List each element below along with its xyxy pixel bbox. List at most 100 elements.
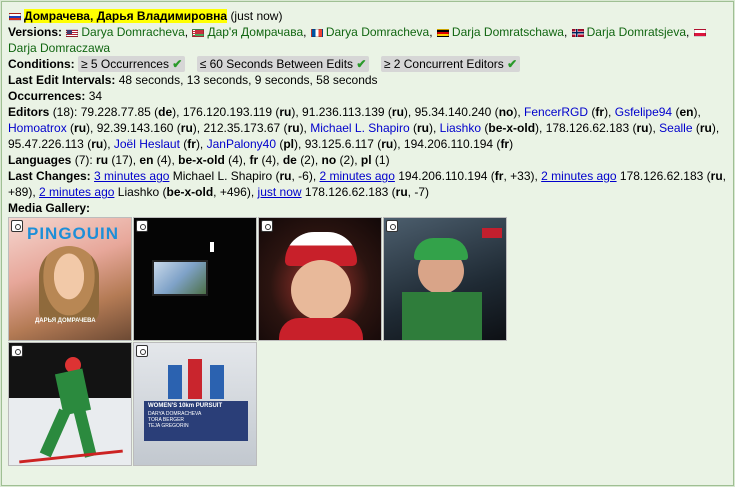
version-link-no[interactable]: Darja Domratsjeva: [587, 25, 686, 39]
version-item[interactable]: Darya Domracheva,: [310, 25, 433, 39]
version-item[interactable]: Darya Domracheva,: [65, 25, 188, 39]
change-editor: Liashko: [117, 185, 160, 199]
language-code: pl: [360, 153, 372, 167]
versions-label: Versions:: [8, 25, 63, 39]
broadcast-image: [384, 218, 506, 340]
magazine-cover-name: ДАРЬЯ ДОМРАЧЕВА: [35, 318, 96, 324]
change-time-link[interactable]: 3 minutes ago: [94, 169, 169, 183]
conditions-label: Conditions:: [8, 57, 75, 71]
editor-ip: 91.236.113.139: [302, 105, 385, 119]
editor-ip: 194.206.110.194: [403, 137, 494, 151]
change-time-link[interactable]: 2 minutes ago: [39, 185, 114, 199]
germany-flag-icon: [436, 28, 449, 37]
check-icon: ✔: [356, 57, 367, 71]
editor-lang: ru: [180, 121, 193, 135]
editor-link[interactable]: Homoatrox: [8, 121, 67, 135]
editor-link[interactable]: Liashko: [440, 121, 481, 135]
editor-lang: ru: [416, 121, 429, 135]
version-item[interactable]: Дар'я Домрачава,: [191, 25, 307, 39]
editor-lang: ru: [699, 121, 712, 135]
france-flag-icon: [310, 28, 323, 37]
gallery-thumb[interactable]: PINGOUIN ДАРЬЯ ДОМРАЧЕВА: [8, 217, 132, 341]
intervals-row: Last Edit Intervals: 48 seconds, 13 seco…: [8, 72, 727, 88]
editors-count: (18):: [52, 105, 78, 119]
check-icon: ✔: [507, 57, 518, 71]
version-link-be[interactable]: Дар'я Домрачава: [207, 25, 303, 39]
us-flag-icon: [66, 28, 79, 37]
change-editor: Michael L. Shapiro: [172, 169, 273, 183]
language-count: (17): [111, 153, 133, 167]
gallery-thumb[interactable]: WOMEN'S 10km PURSUIT DARYA DOMRACHEVA TO…: [133, 342, 257, 466]
change-time-link[interactable]: 2 minutes ago: [320, 169, 395, 183]
languages-list: ru (17), en (4), be-x-old (4), fr (4), d…: [96, 153, 390, 167]
gallery-label: Media Gallery:: [8, 201, 91, 215]
last-changes-row: Last Changes: 3 minutes ago Michael L. S…: [8, 168, 727, 200]
occurrences-label: Occurrences:: [8, 89, 86, 103]
version-item[interactable]: Darja Domratschawa,: [436, 25, 567, 39]
version-link-de[interactable]: Darja Domratschawa: [452, 25, 564, 39]
language-code: no: [321, 153, 337, 167]
magazine-cover-image: PINGOUIN ДАРЬЯ ДОМРАЧЕВА: [9, 218, 131, 340]
changes-list: 3 minutes ago Michael L. Shapiro (ru, -6…: [8, 169, 727, 199]
editor-link[interactable]: Joël Heslaut: [114, 137, 180, 151]
editor-ip: 176.120.193.119: [182, 105, 273, 119]
magazine-title: PINGOUIN: [27, 224, 120, 243]
editor-ip: 93.125.6.117: [304, 137, 374, 151]
ticker-row: TEJA GREGORIN: [148, 423, 189, 429]
editor-lang: ru: [287, 121, 300, 135]
gallery-thumb[interactable]: [8, 342, 132, 466]
podium-image: WOMEN'S 10km PURSUIT DARYA DOMRACHEVA TO…: [134, 343, 256, 465]
timestamp: (just now): [230, 9, 283, 23]
gallery-thumb[interactable]: [383, 217, 507, 341]
editor-lang: en: [679, 105, 694, 119]
version-item[interactable]: Darja Domratsjeva,: [571, 25, 689, 39]
change-time-link[interactable]: just now: [258, 185, 302, 199]
language-count: (4): [228, 153, 243, 167]
change-delta: +496: [219, 185, 247, 199]
language-code: fr: [249, 153, 259, 167]
editor-link[interactable]: Michael L. Shapiro: [310, 121, 409, 135]
editor-lang: fr: [595, 105, 605, 119]
editor-link[interactable]: Sealle: [659, 121, 692, 135]
change-editor: 178.126.62.183: [304, 185, 389, 199]
gallery-thumb[interactable]: [258, 217, 382, 341]
editor-lang: be-x-old: [488, 121, 536, 135]
editor-lang: ru: [91, 137, 104, 151]
language-count: (2): [339, 153, 355, 167]
change-time-link[interactable]: 2 minutes ago: [541, 169, 616, 183]
editor-link[interactable]: JanPalony40: [207, 137, 276, 151]
editor-link[interactable]: Gsfelipe94: [615, 105, 672, 119]
editor-ip: 178.126.62.183: [545, 121, 630, 135]
instagram-icon: [136, 345, 148, 357]
change-lang: ru: [710, 169, 723, 183]
editor-lang: ru: [391, 105, 404, 119]
change-delta: -7: [414, 185, 426, 199]
media-gallery: PINGOUIN ДАРЬЯ ДОМРАЧЕВА WOMEN'S 10km PU…: [8, 217, 727, 467]
intervals-label: Last Edit Intervals:: [8, 73, 116, 87]
editor-lang: fr: [500, 137, 510, 151]
editor-lang: ru: [279, 105, 292, 119]
conditions-row: Conditions: ≥ 5 Occurrences ✔ ≤ 60 Secon…: [8, 56, 727, 72]
change-lang: fr: [494, 169, 504, 183]
editor-link[interactable]: FencerRGD: [524, 105, 588, 119]
instagram-icon: [11, 345, 23, 357]
language-code: de: [282, 153, 297, 167]
condition-badge-editors: ≥ 2 Concurrent Editors ✔: [380, 56, 521, 72]
language-code: en: [139, 153, 154, 167]
version-link-fr[interactable]: Darya Domracheva: [326, 25, 429, 39]
gallery-thumb[interactable]: [133, 217, 257, 341]
feed-item: Домрачева, Дарья Владимировна (just now)…: [1, 1, 734, 486]
editors-row: Editors (18): 79.228.77.85 (de), 176.120…: [8, 104, 727, 152]
version-link-en[interactable]: Darya Domracheva: [81, 25, 184, 39]
article-title[interactable]: Домрачева, Дарья Владимировна: [24, 9, 228, 23]
editor-ip: 212.35.173.67: [203, 121, 281, 135]
editor-ip: 95.34.140.240: [414, 105, 492, 119]
change-delta: +33: [510, 169, 531, 183]
change-lang: be-x-old: [166, 185, 214, 199]
change-editor: 178.126.62.183: [619, 169, 704, 183]
editors-list: 79.228.77.85 (de), 176.120.193.119 (ru),…: [8, 105, 720, 151]
version-link-pl[interactable]: Darja Domraczawa: [8, 41, 110, 55]
editor-ip: 95.47.226.113: [8, 137, 84, 151]
change-delta: +89: [8, 185, 29, 199]
athlete-portrait-image: [259, 218, 381, 340]
